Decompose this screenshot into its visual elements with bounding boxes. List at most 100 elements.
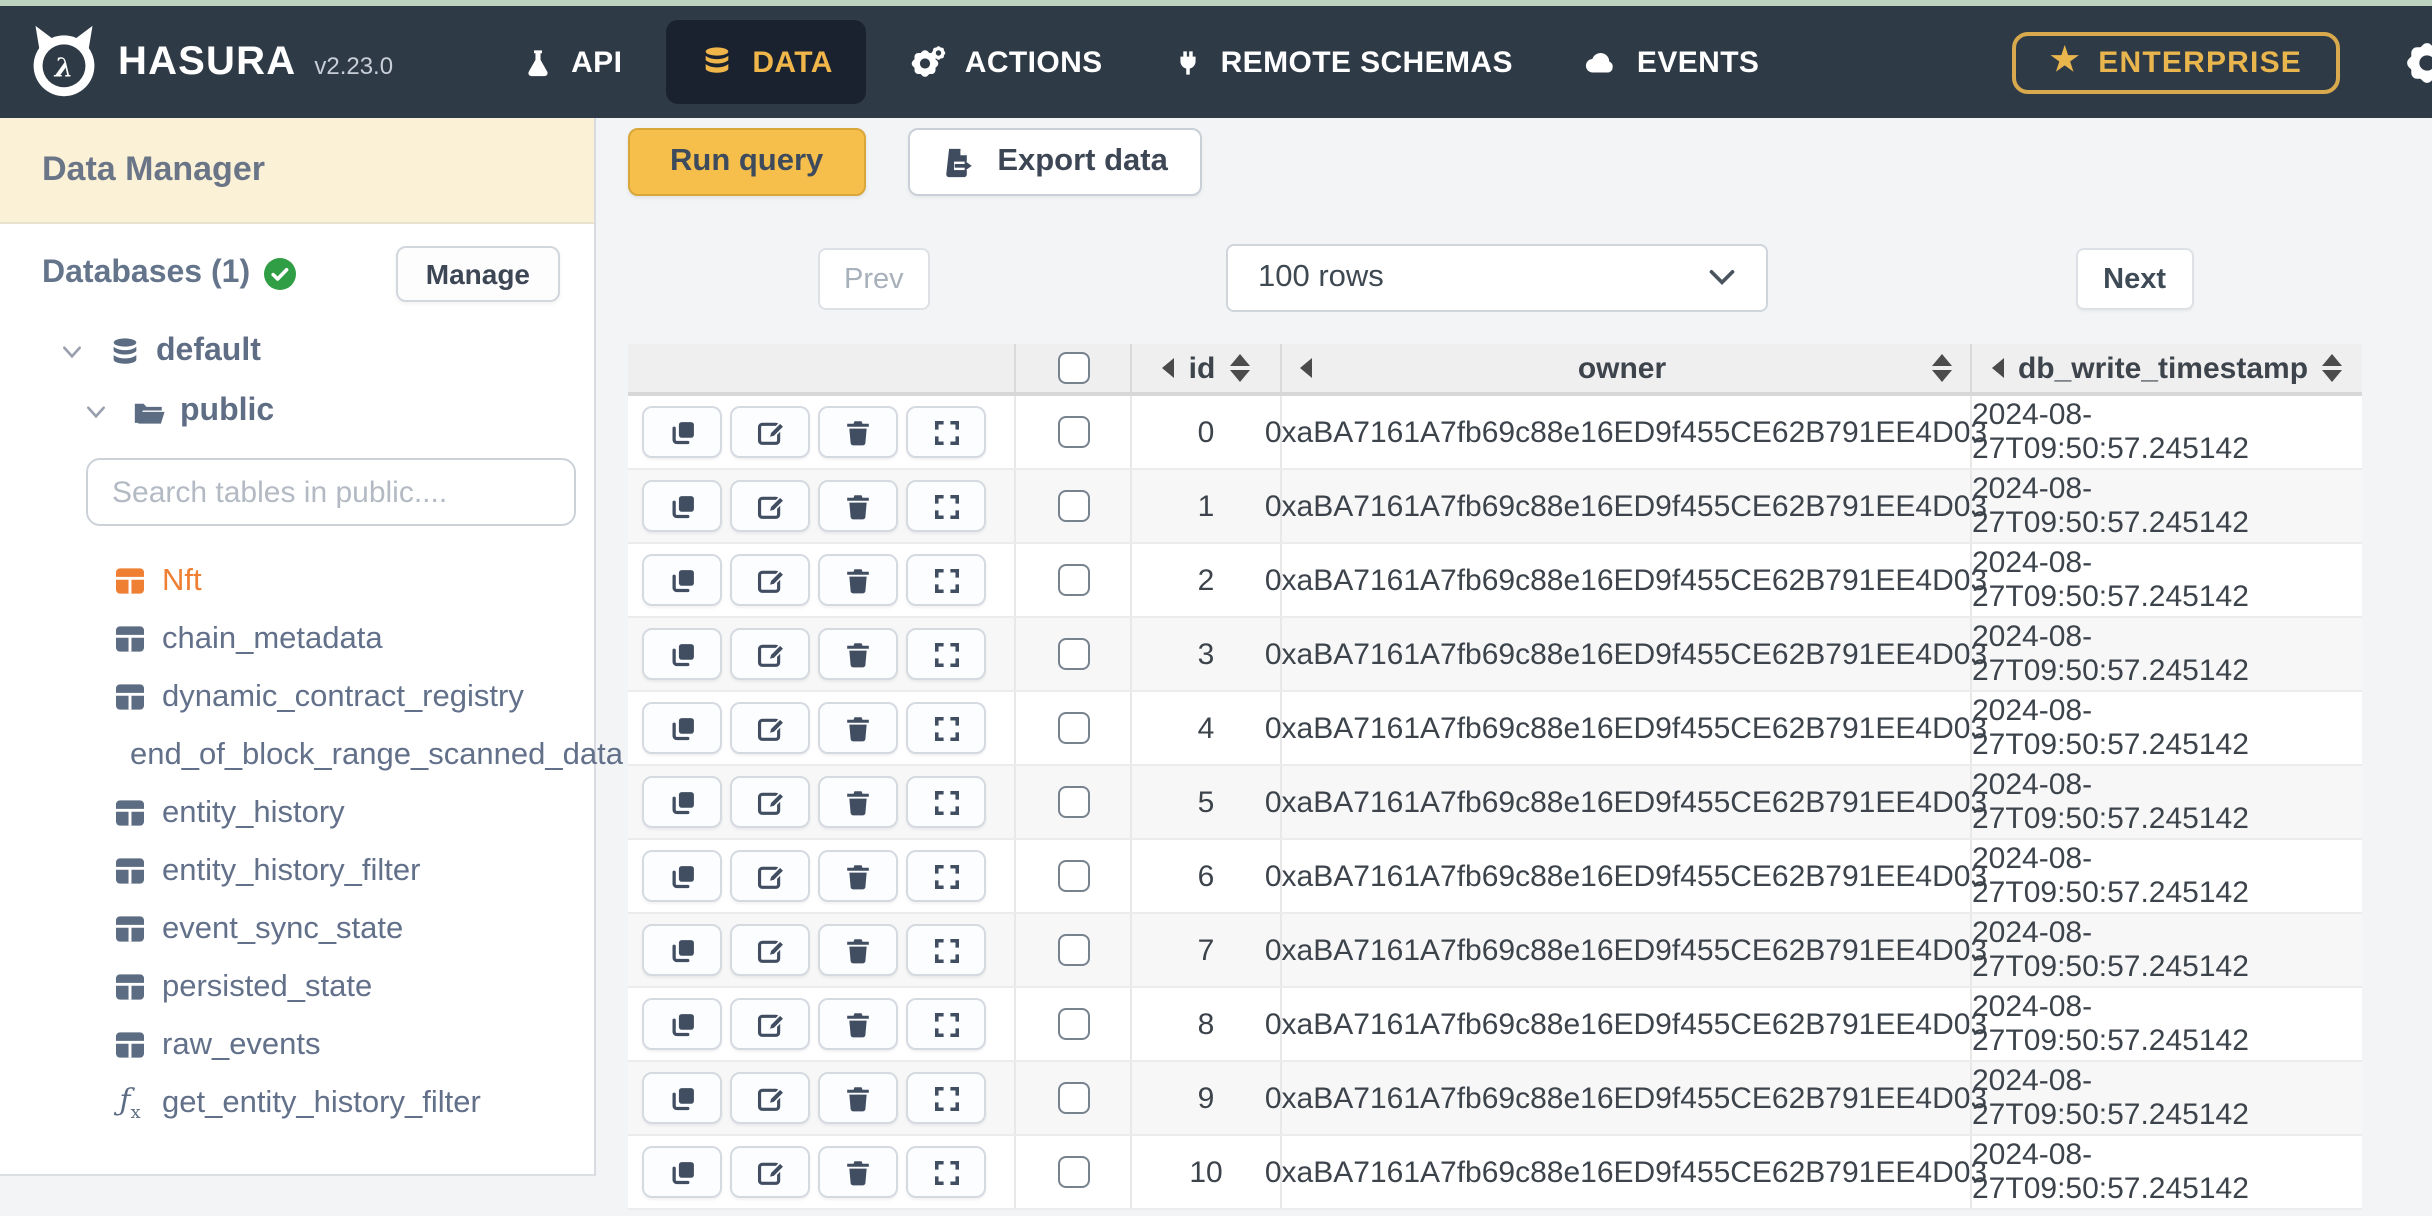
run-query-button[interactable]: Run query: [628, 128, 866, 196]
clone-row-button[interactable]: [642, 702, 722, 754]
expand-row-button[interactable]: [906, 554, 986, 606]
sidebar-table-item[interactable]: event_sync_state: [0, 900, 594, 958]
edit-row-button[interactable]: [730, 776, 810, 828]
sidebar-table-item[interactable]: chain_metadata: [0, 610, 594, 668]
row-checkbox[interactable]: [1057, 638, 1089, 670]
expand-row-button[interactable]: [906, 1072, 986, 1124]
nav-item-events[interactable]: EVENTS: [1557, 21, 1787, 103]
expand-row-button[interactable]: [906, 1146, 986, 1198]
clone-row-button[interactable]: [642, 1072, 722, 1124]
collapse-column-icon[interactable]: [1162, 358, 1175, 378]
row-checkbox[interactable]: [1057, 1082, 1089, 1114]
edit-row-button[interactable]: [730, 924, 810, 976]
select-all-checkbox[interactable]: [1057, 352, 1089, 384]
row-checkbox[interactable]: [1057, 490, 1089, 522]
delete-row-button[interactable]: [818, 406, 898, 458]
delete-row-button[interactable]: [818, 702, 898, 754]
column-header-db-write-timestamp[interactable]: db_write_timestamp: [1970, 344, 2362, 392]
edit-row-button[interactable]: [730, 1146, 810, 1198]
expand-row-button[interactable]: [906, 628, 986, 680]
edit-row-button[interactable]: [730, 702, 810, 754]
row-select-cell: [1014, 766, 1130, 838]
hasura-logo[interactable]: λ HASURA v2.23.0: [26, 24, 393, 100]
expand-row-button[interactable]: [906, 924, 986, 976]
nav-item-remote-schemas[interactable]: REMOTE SCHEMAS: [1147, 21, 1541, 103]
clone-row-button[interactable]: [642, 998, 722, 1050]
sidebar-function-item[interactable]: ƒx get_entity_history_filter: [0, 1074, 594, 1132]
row-checkbox[interactable]: [1057, 564, 1089, 596]
row-checkbox[interactable]: [1057, 860, 1089, 892]
nav-item-api[interactable]: API: [493, 21, 650, 103]
edit-row-button[interactable]: [730, 1072, 810, 1124]
sidebar-table-item[interactable]: entity_history_filter: [0, 842, 594, 900]
settings-gear-icon[interactable]: [2404, 39, 2432, 85]
table-name: persisted_state: [162, 969, 373, 1003]
row-checkbox[interactable]: [1057, 1008, 1089, 1040]
delete-row-button[interactable]: [818, 1146, 898, 1198]
delete-row-button[interactable]: [818, 628, 898, 680]
clone-row-button[interactable]: [642, 406, 722, 458]
sidebar-table-item[interactable]: end_of_block_range_scanned_data: [0, 726, 623, 784]
delete-row-button[interactable]: [818, 480, 898, 532]
export-data-button[interactable]: Export data: [907, 128, 1202, 196]
edit-row-button[interactable]: [730, 554, 810, 606]
row-checkbox[interactable]: [1057, 416, 1089, 448]
collapse-column-icon[interactable]: [1300, 358, 1312, 378]
tree-node-schema-public[interactable]: public: [84, 394, 594, 430]
row-checkbox[interactable]: [1057, 934, 1089, 966]
clone-row-button[interactable]: [642, 554, 722, 606]
expand-row-button[interactable]: [906, 702, 986, 754]
delete-row-button[interactable]: [818, 1072, 898, 1124]
clone-icon: [671, 1161, 693, 1184]
table-row: 1 0xaBA7161A7fb69c88e16ED9f455CE62B791EE…: [628, 470, 2362, 544]
sort-icon[interactable]: [1229, 354, 1250, 382]
delete-row-button[interactable]: [818, 998, 898, 1050]
sidebar-table-item[interactable]: persisted_state: [0, 958, 594, 1016]
edit-row-button[interactable]: [730, 406, 810, 458]
next-page-button[interactable]: Next: [2075, 248, 2194, 310]
clone-row-button[interactable]: [642, 628, 722, 680]
row-checkbox[interactable]: [1057, 1156, 1089, 1188]
export-icon: [945, 147, 972, 177]
database-icon: [705, 47, 729, 73]
tree-node-database-default[interactable]: default: [60, 334, 594, 370]
nav-item-data[interactable]: DATA: [666, 20, 867, 104]
enterprise-button[interactable]: ★ ENTERPRISE: [2012, 31, 2340, 93]
collapse-column-icon[interactable]: [1991, 358, 2004, 378]
edit-row-button[interactable]: [730, 480, 810, 532]
clone-row-button[interactable]: [642, 924, 722, 976]
delete-row-button[interactable]: [818, 554, 898, 606]
sidebar-table-item[interactable]: raw_events: [0, 1016, 594, 1074]
edit-row-button[interactable]: [730, 628, 810, 680]
expand-row-button[interactable]: [906, 776, 986, 828]
expand-row-button[interactable]: [906, 998, 986, 1050]
expand-row-button[interactable]: [906, 406, 986, 458]
clone-row-button[interactable]: [642, 1146, 722, 1198]
sort-icon[interactable]: [2322, 354, 2343, 382]
sidebar-table-item[interactable]: dynamic_contract_registry: [0, 668, 594, 726]
clone-row-button[interactable]: [642, 776, 722, 828]
table-search-input[interactable]: [112, 475, 550, 509]
sidebar-table-item[interactable]: entity_history: [0, 784, 594, 842]
rows-per-page-select[interactable]: 100 rows: [1226, 244, 1768, 312]
edit-row-button[interactable]: [730, 998, 810, 1050]
expand-row-button[interactable]: [906, 480, 986, 532]
expand-row-button[interactable]: [906, 850, 986, 902]
row-checkbox[interactable]: [1057, 786, 1089, 818]
clone-row-button[interactable]: [642, 480, 722, 532]
delete-row-button[interactable]: [818, 924, 898, 976]
column-header-owner[interactable]: owner: [1280, 344, 1970, 392]
delete-row-button[interactable]: [818, 850, 898, 902]
row-checkbox[interactable]: [1057, 712, 1089, 744]
sort-icon[interactable]: [1932, 354, 1952, 382]
chevron-down-icon[interactable]: [84, 400, 108, 424]
chevron-down-icon[interactable]: [60, 340, 84, 364]
delete-row-button[interactable]: [818, 776, 898, 828]
prev-page-button[interactable]: Prev: [818, 248, 930, 310]
nav-item-actions[interactable]: ACTIONS: [883, 20, 1131, 104]
column-header-id[interactable]: id: [1130, 344, 1280, 392]
edit-row-button[interactable]: [730, 850, 810, 902]
sidebar-table-item[interactable]: Nft: [0, 552, 594, 610]
clone-row-button[interactable]: [642, 850, 722, 902]
manage-button[interactable]: Manage: [395, 246, 560, 302]
